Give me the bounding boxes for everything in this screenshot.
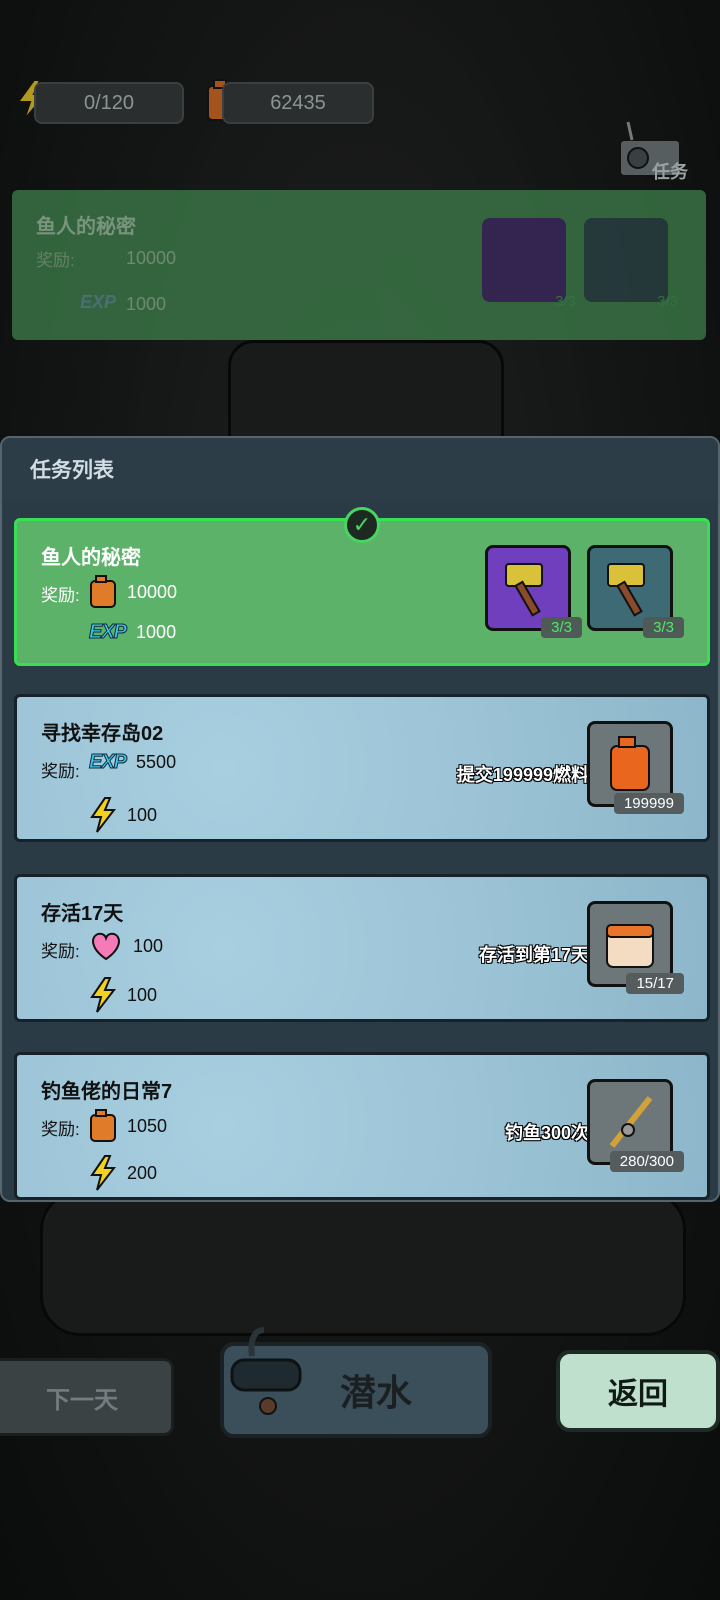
energy-icon	[90, 977, 117, 1013]
energy-icon	[90, 1155, 117, 1191]
required-item-slot[interactable]: 280/300	[587, 1079, 684, 1172]
ghost-reward-label: 奖励:	[36, 251, 75, 270]
required-item-slot[interactable]: 199999	[587, 721, 684, 814]
calendar-icon	[606, 924, 654, 968]
reward-energy: 100	[89, 797, 157, 833]
back-label: 返回	[608, 1378, 668, 1411]
required-item-slot[interactable]: 3/3	[485, 545, 582, 638]
reward-value: 200	[127, 1162, 158, 1183]
reward-label: 奖励:	[41, 586, 80, 605]
reward-value: 1000	[136, 622, 177, 642]
quest-title: 寻找幸存岛02	[41, 723, 164, 745]
reward-energy: 100	[89, 977, 157, 1013]
panel-title: 任务列表	[2, 438, 718, 502]
check-icon: ✓	[344, 507, 380, 543]
reward-value: 100	[133, 935, 164, 956]
quest-title: 钓鱼佬的日常7	[41, 1081, 173, 1103]
task-description: 提交199999燃料	[456, 765, 589, 785]
ghost-exp-value: 1000	[126, 294, 167, 314]
reward-value: 100	[127, 804, 158, 825]
hammer-icon	[607, 563, 645, 617]
reward-label: 奖励:	[41, 1120, 80, 1139]
ghost-fuel-value: 10000	[126, 248, 177, 268]
ghost-exp-label: EXP	[80, 292, 117, 312]
heart-icon	[92, 932, 120, 961]
exp-icon: EXP	[88, 621, 127, 644]
reward-label: 奖励:	[41, 942, 80, 961]
item-count: 3/3	[643, 617, 684, 638]
radio-label: 任务	[652, 162, 688, 182]
reward-value: 10000	[127, 581, 178, 602]
reward-label: 奖励:	[41, 762, 80, 781]
ghost-item-slot: 3/3	[482, 218, 576, 310]
reward-health: 100	[89, 931, 163, 961]
quest-card[interactable]: 钓鱼佬的日常7 奖励: 1050 200 钓鱼300次 280/300	[14, 1052, 710, 1200]
required-item-slot[interactable]: 15/17	[587, 901, 684, 994]
fuel-can-icon	[90, 1109, 116, 1142]
exp-icon: EXP	[88, 751, 127, 774]
fuel-value: 62435	[270, 91, 326, 114]
hammer-icon	[505, 563, 543, 617]
quest-card[interactable]: 存活17天 奖励: 100 100 存活到第17天 15/17	[14, 874, 710, 1022]
reward-value: 100	[127, 984, 158, 1005]
diving-mask-icon	[230, 1327, 302, 1415]
energy-icon	[90, 797, 117, 833]
fuel-can-icon	[90, 575, 116, 608]
quest-card[interactable]: 寻找幸存岛02 奖励: EXP 5500 100 提交199999燃料 1999…	[14, 694, 710, 842]
quest-list-panel: 任务列表 ✓ 鱼人的秘密 奖励: 10000 EXP 1000 3/3 3/3 …	[0, 436, 720, 1202]
reward-energy: 200	[89, 1155, 157, 1191]
reward-value: 1050	[127, 1115, 168, 1136]
fishing-rod-icon	[609, 1096, 653, 1148]
ghost-item-count: 3/3	[555, 293, 576, 310]
reward-exp: EXP 1000	[88, 621, 177, 644]
reward-value: 5500	[136, 752, 177, 772]
item-count: 3/3	[541, 617, 582, 638]
energy-value: 0/120	[83, 91, 135, 114]
ghost-quest-title: 鱼人的秘密	[36, 216, 136, 238]
reward-fuel: 10000	[89, 575, 177, 609]
task-description: 存活到第17天	[478, 945, 589, 965]
quest-card-completed[interactable]: ✓ 鱼人的秘密 奖励: 10000 EXP 1000 3/3 3/3	[14, 507, 710, 666]
ghost-item-slot: 3/3	[584, 218, 678, 310]
reward-exp: EXP 5500	[88, 751, 177, 774]
quest-title: 存活17天	[41, 903, 124, 925]
item-count: 15/17	[626, 973, 684, 994]
item-count: 199999	[613, 793, 684, 814]
back-button[interactable]: 返回	[556, 1350, 720, 1432]
ghost-item-count: 3/3	[657, 293, 678, 310]
dive-label: 潜水	[339, 1372, 412, 1413]
reward-fuel: 1050	[89, 1109, 167, 1143]
next-day-button[interactable]: 下一天	[0, 1358, 174, 1436]
task-description: 钓鱼300次	[504, 1123, 589, 1143]
quest-title: 鱼人的秘密	[41, 547, 141, 569]
item-count: 280/300	[609, 1151, 684, 1172]
ghost-quest-card: 鱼人的秘密 奖励: 10000 EXP 1000 3/3 3/3	[12, 190, 706, 340]
task-radio-button[interactable]: 任务	[618, 118, 690, 182]
quest-list[interactable]: ✓ 鱼人的秘密 奖励: 10000 EXP 1000 3/3 3/3 寻找幸存岛…	[2, 500, 718, 1200]
next-day-label: 下一天	[46, 1386, 118, 1414]
required-item-slot[interactable]: 3/3	[587, 545, 684, 638]
fuel-can-icon	[610, 736, 650, 791]
fuel-counter: 62435	[222, 82, 374, 124]
energy-counter: 0/120	[34, 82, 184, 124]
